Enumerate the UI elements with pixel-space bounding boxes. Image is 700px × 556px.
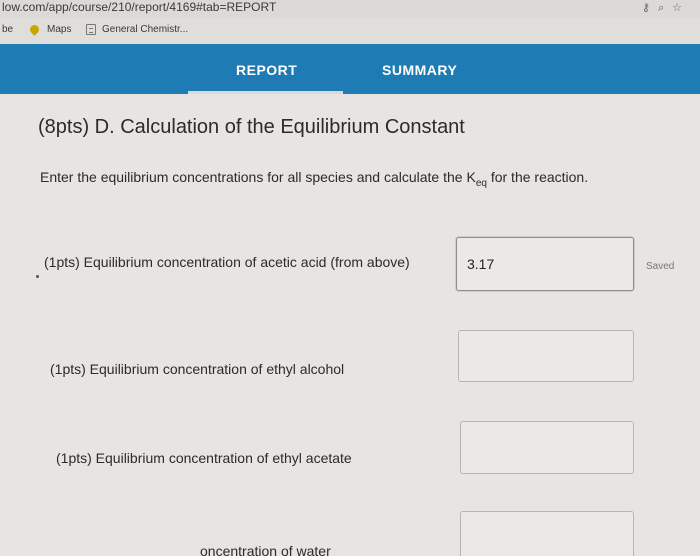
tab-report[interactable]: REPORT <box>236 62 297 78</box>
address-bar[interactable]: low.com/app/course/210/report/4169#tab=R… <box>0 0 700 18</box>
section-instructions: Enter the equilibrium concentrations for… <box>40 164 600 197</box>
bookmark-label: General Chemistr... <box>102 24 189 35</box>
bookmark-maps[interactable]: Maps <box>28 23 72 36</box>
ethyl-alcohol-input[interactable] <box>458 330 634 382</box>
saved-status: Saved <box>646 261 675 272</box>
bullet-dot <box>36 275 39 278</box>
bookmarks-bar: be Maps General Chemistr... <box>0 18 700 44</box>
section-title: (8pts) D. Calculation of the Equilibrium… <box>38 116 465 138</box>
question-acetic-acid-label: (1pts) Equilibrium concentration of acet… <box>44 254 410 270</box>
ethyl-acetate-input[interactable] <box>460 421 634 474</box>
water-input[interactable] <box>460 511 634 556</box>
zoom-icon[interactable]: ⌕ <box>658 2 672 14</box>
bookmark-label: be <box>2 24 14 35</box>
map-pin-icon <box>28 23 41 36</box>
document-icon <box>86 24 96 35</box>
bookmark-label: Maps <box>47 24 72 35</box>
url-text: low.com/app/course/210/report/4169#tab=R… <box>2 0 277 14</box>
instructions-subscript: eq <box>475 177 487 189</box>
question-water-label: oncentration of water <box>200 543 331 556</box>
star-icon[interactable]: ☆ <box>672 2 690 14</box>
question-ethyl-alcohol-label: (1pts) Equilibrium concentration of ethy… <box>50 361 345 377</box>
key-icon[interactable]: ⚷ <box>642 2 658 14</box>
instructions-text-end: for the reaction. <box>486 169 589 185</box>
instructions-text: Enter the equilibrium concentrations for… <box>40 169 476 185</box>
tab-summary[interactable]: SUMMARY <box>382 62 457 78</box>
question-ethyl-acetate-label: (1pts) Equilibrium concentration of ethy… <box>56 450 352 466</box>
browser-action-icons: ⚷⌕☆ <box>642 1 690 15</box>
acetic-acid-input[interactable] <box>456 237 634 291</box>
bookmark-be[interactable]: be <box>2 24 13 35</box>
bookmark-general-chemistry[interactable]: General Chemistr... <box>86 24 188 35</box>
report-nav: REPORT SUMMARY <box>0 44 700 94</box>
